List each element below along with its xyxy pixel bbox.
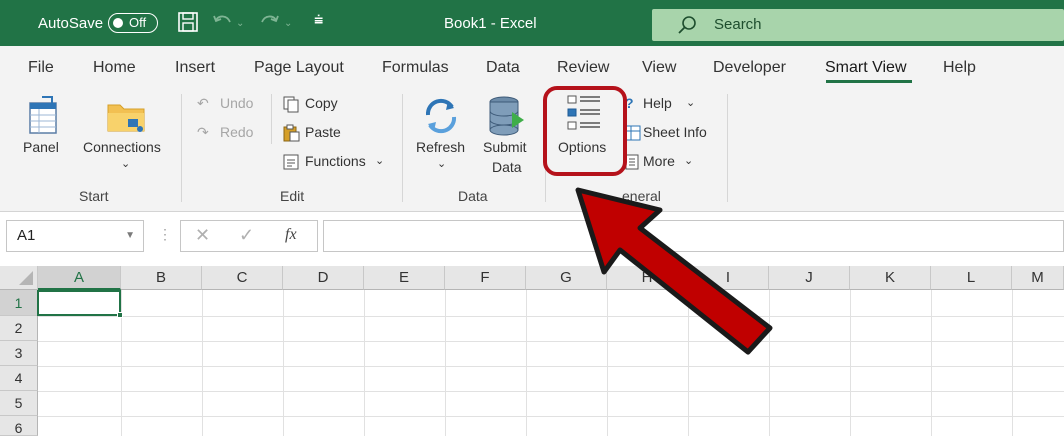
redo-ribbon-icon: ↷	[197, 124, 209, 140]
insert-function-icon[interactable]: fx	[285, 226, 297, 244]
tab-home[interactable]: Home	[93, 59, 136, 77]
copy-icon	[283, 96, 299, 113]
functions-icon	[283, 154, 299, 170]
group-separator	[402, 94, 403, 202]
document-title: Book1 - Excel	[444, 15, 537, 32]
formula-bar: A1 ▼ ⋮ ✕ ✓ fx	[0, 212, 1064, 264]
enter-icon[interactable]: ✓	[239, 225, 254, 246]
fill-handle[interactable]	[117, 312, 123, 318]
column-header[interactable]: E	[364, 266, 445, 290]
chevron-down-icon: ▼	[125, 230, 135, 241]
chevron-down-icon: ⌄	[375, 155, 385, 167]
chevron-down-icon: ⌄	[121, 158, 131, 170]
row-header[interactable]: 4	[0, 366, 38, 391]
column-header[interactable]: C	[202, 266, 283, 290]
paste-icon	[283, 124, 300, 142]
search-box[interactable]: Search	[652, 9, 1064, 41]
folder-icon	[107, 104, 145, 132]
undo-icon[interactable]	[210, 10, 234, 34]
tab-developer[interactable]: Developer	[713, 59, 786, 77]
column-header[interactable]: L	[931, 266, 1012, 290]
database-icon	[489, 96, 524, 136]
group-label-data: Data	[458, 188, 488, 204]
tab-file[interactable]: File	[28, 59, 54, 77]
options-highlight-box	[543, 86, 627, 176]
row-header[interactable]: 5	[0, 391, 38, 416]
tab-smart-view[interactable]: Smart View	[825, 59, 907, 77]
undo-dropdown-icon[interactable]: ⌄	[236, 18, 244, 29]
active-cell[interactable]	[37, 290, 123, 318]
column-header[interactable]: A	[38, 266, 121, 290]
tab-data[interactable]: Data	[486, 59, 520, 77]
title-bar: AutoSave Off ⌄ ⌄ ⩧ Book1 - Excel Search	[0, 0, 1064, 46]
tab-page-layout[interactable]: Page Layout	[254, 59, 344, 77]
tab-view[interactable]: View	[642, 59, 676, 77]
row-header[interactable]: 2	[0, 316, 38, 341]
redo-dropdown-icon[interactable]: ⌄	[284, 18, 292, 29]
tab-help[interactable]: Help	[943, 59, 976, 77]
customize-qat-icon[interactable]: ⩧	[314, 12, 323, 30]
tab-insert[interactable]: Insert	[175, 59, 215, 77]
tab-review[interactable]: Review	[557, 59, 609, 77]
column-header[interactable]: B	[121, 266, 202, 290]
row-header[interactable]: 6	[0, 416, 38, 436]
undo-ribbon-icon: ↶	[197, 95, 209, 111]
panel-icon	[29, 96, 57, 134]
divider	[271, 94, 272, 144]
autosave-toggle[interactable]: Off	[108, 13, 158, 33]
group-separator	[181, 94, 182, 202]
row-header[interactable]: 3	[0, 341, 38, 366]
column-header[interactable]: F	[445, 266, 526, 290]
save-icon[interactable]	[176, 10, 200, 34]
row-header[interactable]: 1	[0, 290, 38, 316]
chevron-down-icon: ⌄	[684, 155, 694, 167]
autosave-label: AutoSave	[38, 15, 104, 32]
search-icon	[678, 16, 696, 34]
worksheet-grid: A B C D E F G H I J K L M 1 2 3 4 5 6	[0, 266, 1064, 436]
redo-icon[interactable]	[258, 10, 282, 34]
column-header[interactable]: K	[850, 266, 931, 290]
formula-actions: ✕ ✓ fx	[180, 220, 318, 252]
refresh-icon	[425, 98, 457, 134]
tab-formulas[interactable]: Formulas	[382, 59, 449, 77]
active-tab-indicator	[826, 80, 912, 83]
group-label-edit: Edit	[280, 188, 305, 204]
column-header[interactable]: M	[1012, 266, 1064, 290]
column-header[interactable]: D	[283, 266, 364, 290]
search-placeholder: Search	[714, 16, 762, 33]
name-box[interactable]: A1 ▼	[6, 220, 144, 252]
select-all-corner[interactable]	[0, 266, 38, 290]
pointer-arrow-icon	[575, 187, 773, 355]
column-header[interactable]: J	[769, 266, 850, 290]
group-label-start: Start	[79, 188, 109, 204]
cancel-icon[interactable]: ✕	[195, 225, 210, 246]
drag-handle-icon[interactable]: ⋮	[158, 226, 172, 243]
chevron-down-icon: ⌄	[686, 97, 696, 109]
chevron-down-icon: ⌄	[437, 158, 447, 170]
